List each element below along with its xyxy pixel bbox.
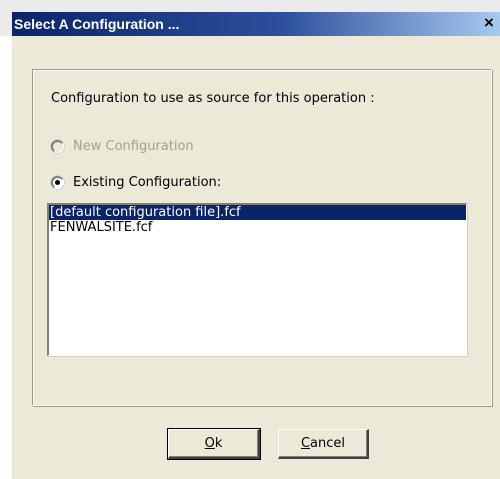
select-configuration-dialog: Select A Configuration ... × Configurati… xyxy=(0,0,500,479)
prompt-label: Configuration to use as source for this … xyxy=(51,91,375,106)
new-configuration-radio xyxy=(51,139,64,153)
ok-button[interactable]: Ok xyxy=(167,428,261,460)
close-button[interactable]: × xyxy=(479,13,499,33)
cancel-button-accelerator: C xyxy=(300,436,311,451)
existing-configuration-label[interactable]: Existing Configuration: xyxy=(73,175,221,190)
cancel-button-label: ancel xyxy=(310,436,346,451)
existing-configuration-radio[interactable] xyxy=(51,175,64,189)
new-configuration-option: New Configuration xyxy=(51,136,194,156)
configuration-listbox[interactable]: [default configuration file].fcf FENWALS… xyxy=(47,203,467,356)
list-item[interactable]: [default configuration file].fcf xyxy=(49,205,466,220)
existing-configuration-option[interactable]: Existing Configuration: xyxy=(51,172,221,192)
ok-button-label: k xyxy=(214,436,223,451)
ok-button-accelerator: O xyxy=(204,436,215,451)
radio-selected-dot xyxy=(55,179,60,185)
list-item[interactable]: FENWALSITE.fcf xyxy=(49,220,466,235)
window-title: Select A Configuration ... xyxy=(14,16,180,32)
title-bar[interactable]: Select A Configuration ... × xyxy=(0,0,500,36)
new-configuration-label: New Configuration xyxy=(73,138,194,154)
cancel-button[interactable]: Cancel xyxy=(278,429,369,459)
